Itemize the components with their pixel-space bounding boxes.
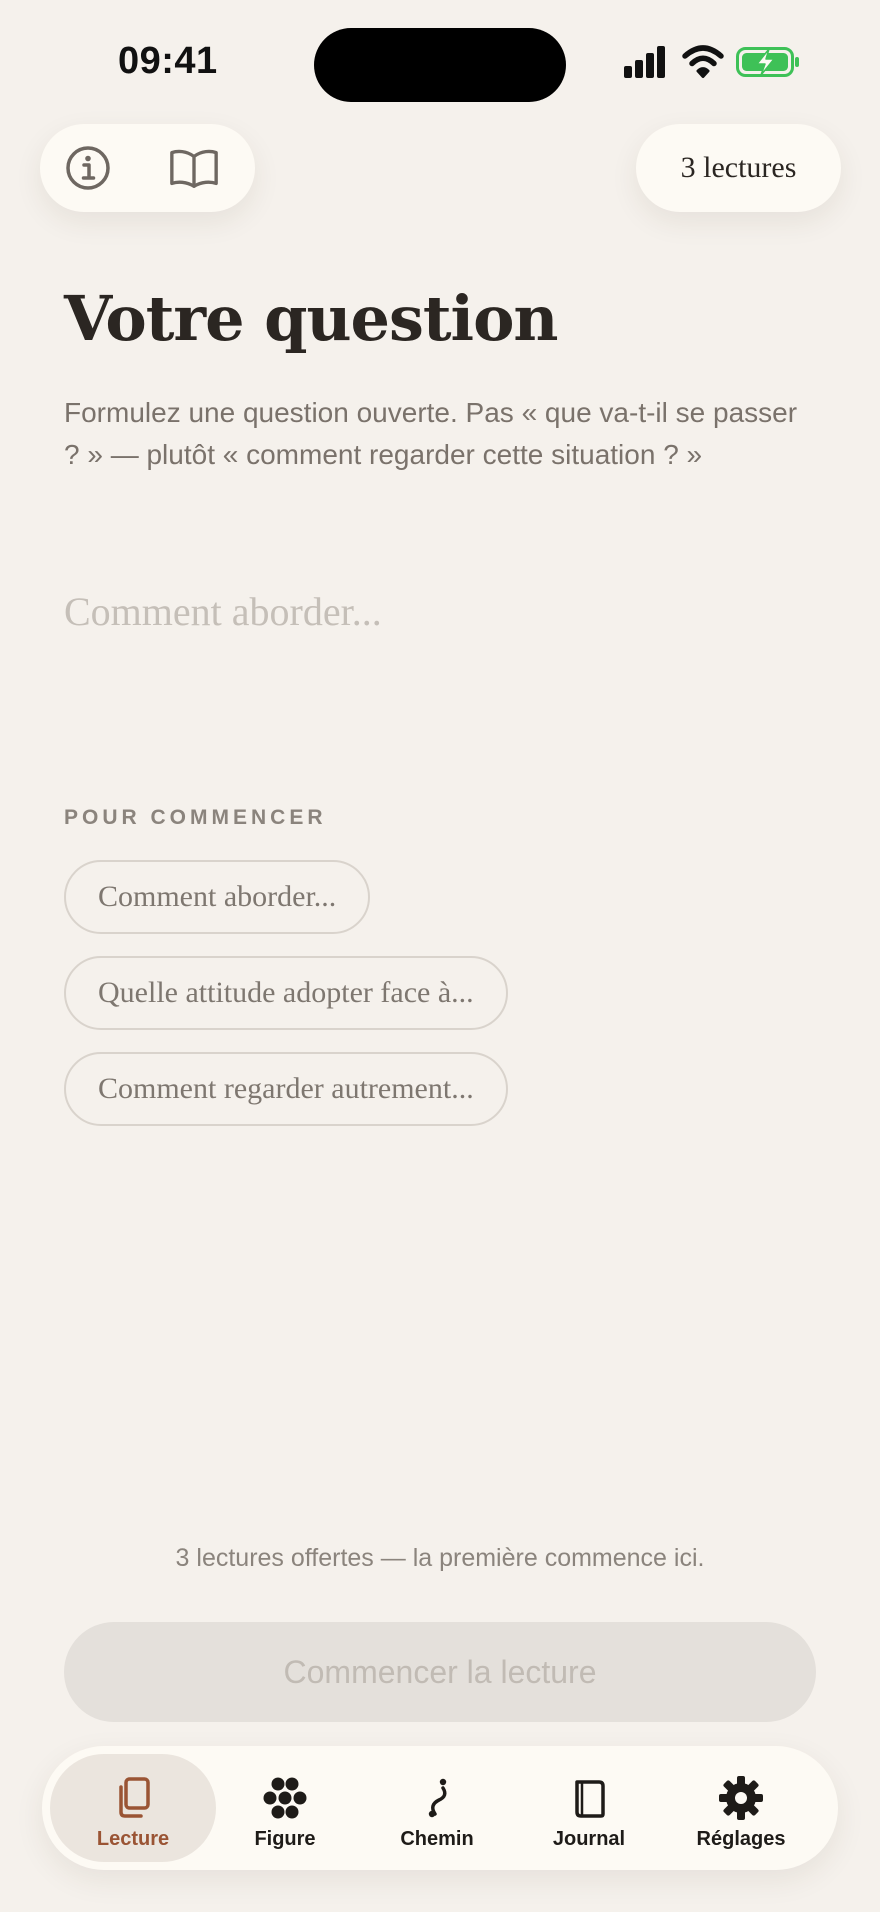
tab-journal[interactable]: Journal: [506, 1754, 672, 1862]
header-actions: [40, 124, 255, 212]
dynamic-island: [314, 28, 566, 102]
cellular-signal-icon: [624, 46, 665, 78]
tab-label: Réglages: [696, 1828, 786, 1850]
info-button[interactable]: [62, 142, 114, 194]
tab-bar: Lecture Figure Chemin Journal Réglages: [42, 1746, 838, 1870]
tab-reglages[interactable]: Réglages: [658, 1754, 824, 1862]
status-bar: 09:41: [0, 0, 880, 120]
path-icon: [428, 1778, 447, 1818]
suggestions-label: POUR COMMENCER: [64, 806, 327, 829]
suggestion-chip-attitude[interactable]: Quelle attitude adopter face à...: [64, 956, 508, 1030]
suggestion-chip-regarder[interactable]: Comment regarder autrement...: [64, 1052, 508, 1126]
free-readings-note: 3 lectures offertes — la première commen…: [175, 1544, 705, 1572]
page-subtitle: Formulez une question ouverte. Pas « que…: [64, 397, 798, 470]
tab-label: Figure: [254, 1828, 316, 1850]
guide-book-button[interactable]: [168, 142, 220, 194]
suggestion-chip-aborder[interactable]: Comment aborder...: [64, 860, 371, 934]
page-title: Votre question: [64, 282, 559, 355]
battery-charging-icon: [736, 47, 799, 77]
status-time: 09:41: [118, 40, 218, 82]
tab-label: Lecture: [96, 1828, 170, 1850]
tab-figure[interactable]: Figure: [202, 1754, 368, 1862]
gear-icon: [719, 1776, 763, 1820]
journal-icon: [575, 1780, 605, 1818]
book-open-icon: [170, 149, 218, 188]
info-icon: [66, 146, 110, 190]
status-icons: [622, 44, 802, 84]
cards-icon: [119, 1777, 150, 1818]
start-reading-button[interactable]: Commencer la lecture: [64, 1622, 816, 1722]
tab-chemin[interactable]: Chemin: [354, 1754, 520, 1862]
flower-dots-icon: [263, 1777, 307, 1819]
question-input[interactable]: [64, 584, 816, 704]
wifi-icon: [682, 45, 724, 78]
tab-lecture[interactable]: Lecture: [50, 1754, 216, 1862]
readings-counter[interactable]: 3 lectures: [636, 124, 841, 212]
tab-label: Journal: [552, 1828, 626, 1850]
tab-label: Chemin: [400, 1828, 474, 1850]
